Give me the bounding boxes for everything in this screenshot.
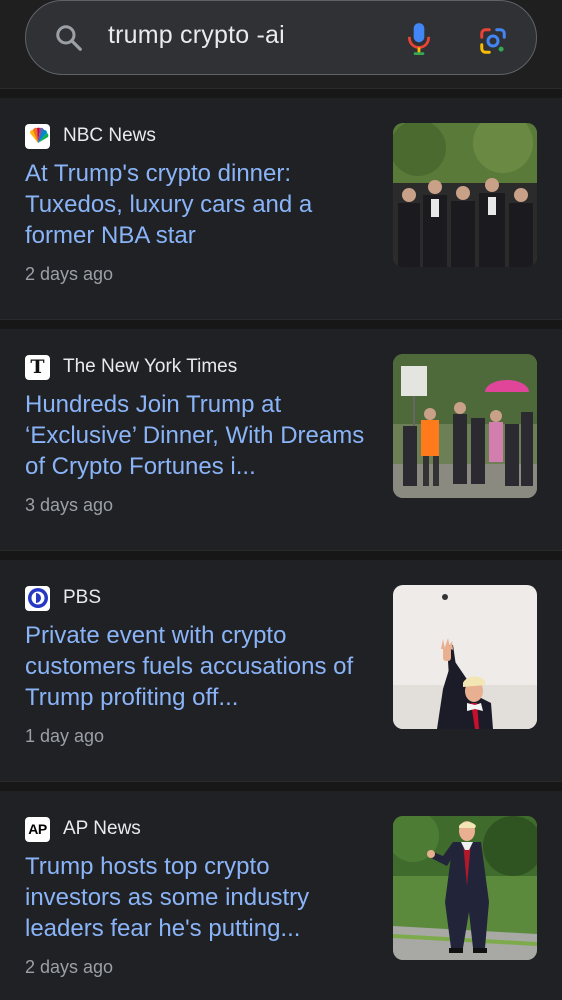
source-name: NBC News (63, 125, 156, 146)
source-name: PBS (63, 587, 102, 608)
timestamp: 2 days ago (25, 957, 114, 977)
thumbnail-image[interactable] (393, 123, 537, 267)
headline-link[interactable]: Private event with crypto customers fuel… (25, 620, 365, 713)
divider (0, 781, 562, 791)
news-result-card[interactable]: PBS Private event with crypto customers … (0, 560, 562, 781)
divider (0, 550, 562, 560)
source-row: PBS (25, 585, 101, 611)
source-name: The New York Times (63, 356, 238, 377)
ap-logo-text: AP (28, 821, 47, 837)
timestamp: 3 days ago (25, 495, 114, 515)
source-row: T The New York Times (25, 354, 237, 380)
thumbnail-image[interactable] (393, 585, 537, 729)
source-name: AP News (63, 818, 141, 839)
headline-link[interactable]: Hundreds Join Trump at ‘Exclusive’ Dinne… (25, 389, 365, 482)
source-row: AP AP News (25, 816, 141, 842)
timestamp: 1 day ago (25, 726, 105, 746)
google-lens-icon[interactable] (478, 26, 508, 56)
news-result-card[interactable]: NBC News At Trump's crypto dinner: Tuxed… (0, 98, 562, 319)
search-bar[interactable]: trump crypto -ai (25, 0, 537, 75)
thumbnail-image[interactable] (393, 816, 537, 960)
search-icon[interactable] (54, 23, 84, 53)
news-result-card[interactable]: T The New York Times Hundreds Join Trump… (0, 329, 562, 550)
search-header: trump crypto -ai (0, 0, 562, 88)
microphone-icon[interactable] (406, 22, 432, 56)
nbc-peacock-icon (25, 123, 50, 149)
ap-logo-icon: AP (25, 816, 50, 842)
nyt-t-icon: T (25, 354, 50, 380)
news-result-card[interactable]: AP AP News Trump hosts top crypto invest… (0, 791, 562, 1000)
headline-link[interactable]: Trump hosts top crypto investors as some… (25, 851, 365, 944)
pbs-logo-icon (25, 585, 50, 611)
divider (0, 88, 562, 98)
source-row: NBC News (25, 123, 156, 149)
search-input[interactable]: trump crypto -ai (108, 21, 285, 50)
headline-link[interactable]: At Trump's crypto dinner: Tuxedos, luxur… (25, 158, 365, 251)
timestamp: 2 days ago (25, 264, 114, 284)
divider (0, 319, 562, 329)
thumbnail-image[interactable] (393, 354, 537, 498)
